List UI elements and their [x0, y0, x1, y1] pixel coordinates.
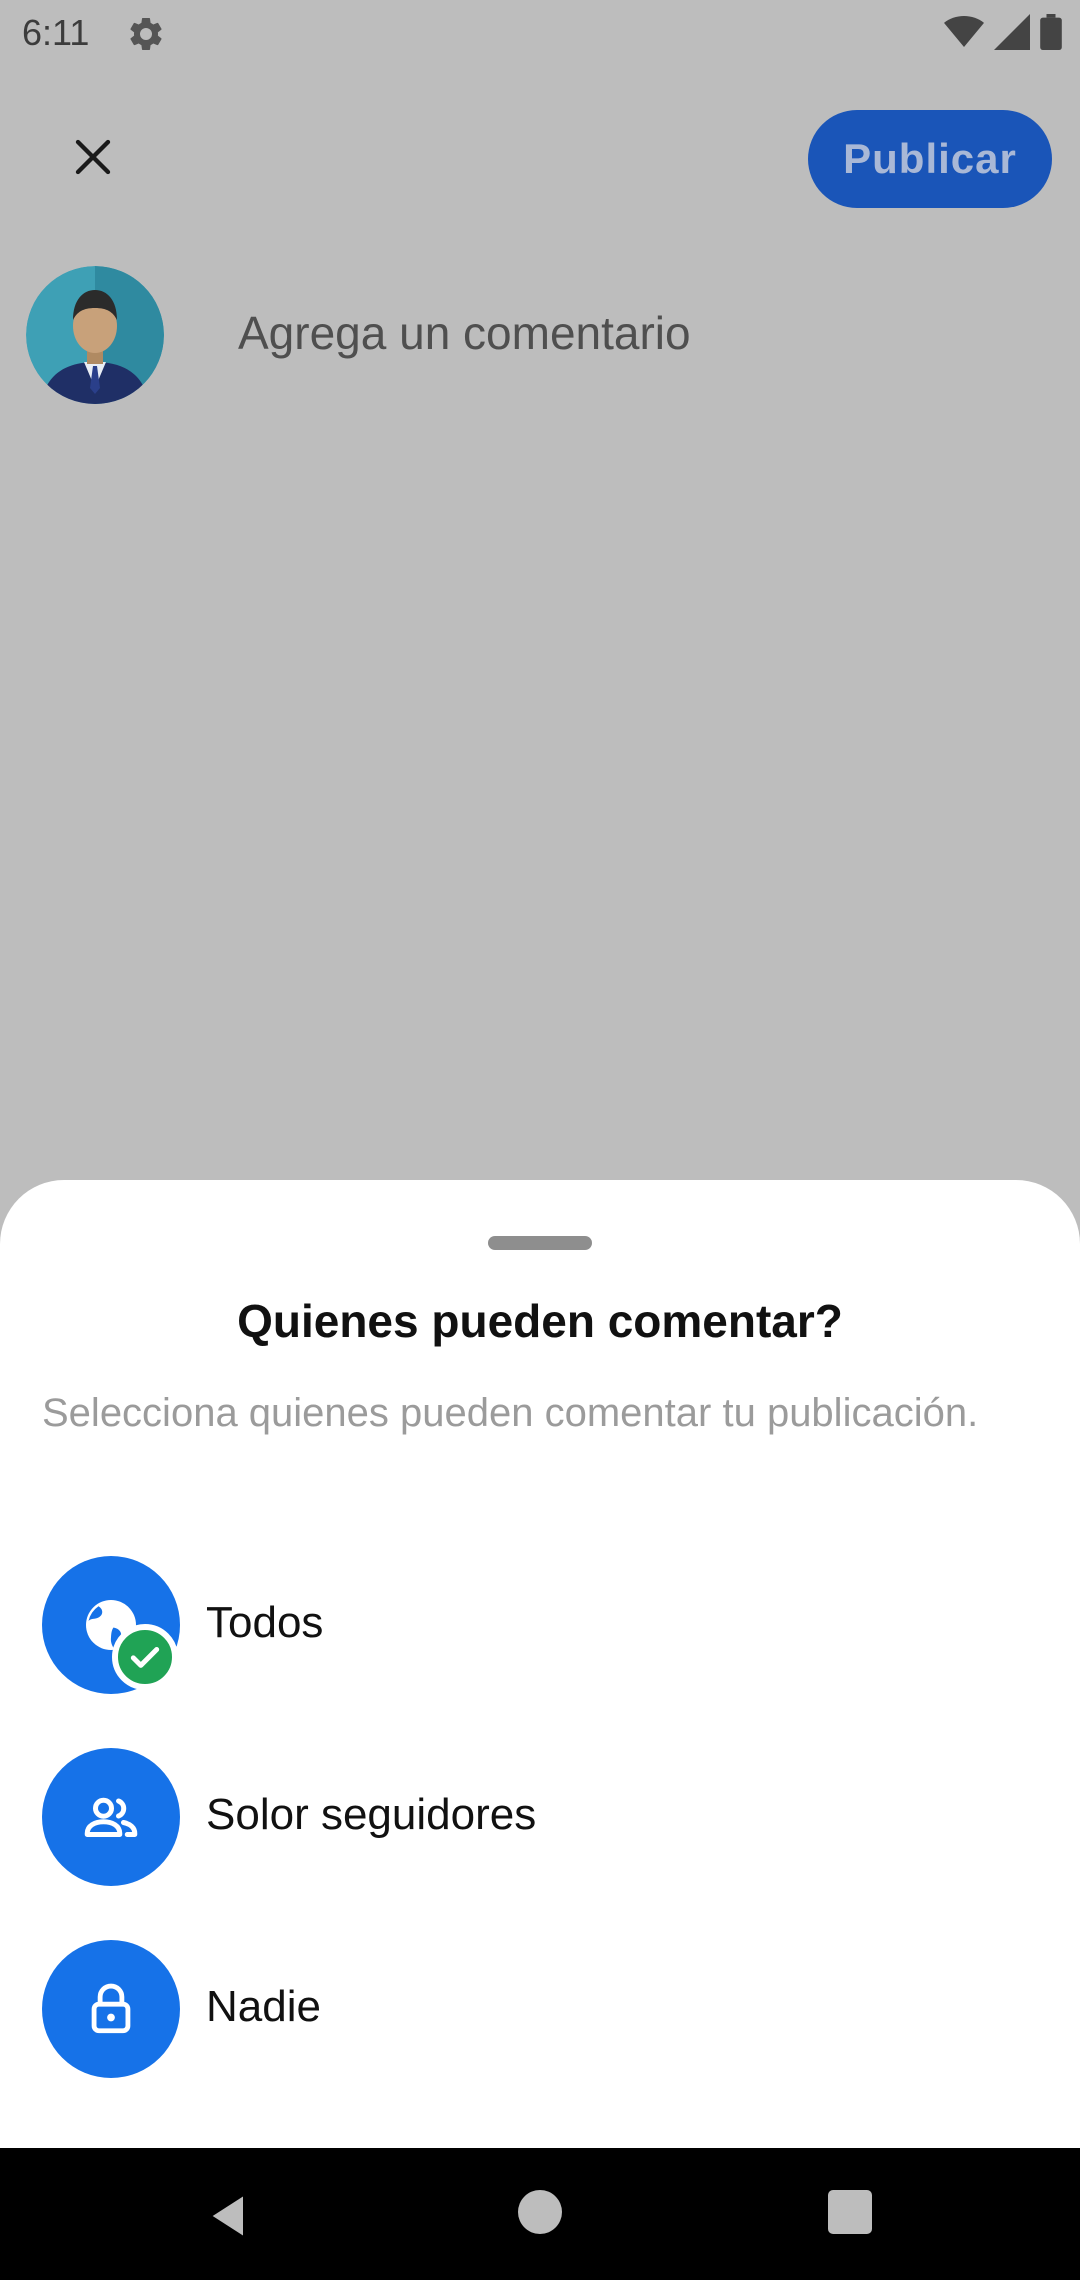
status-time: 6:11 — [22, 12, 90, 53]
signal-icon — [994, 14, 1030, 55]
option-everyone[interactable]: Todos — [0, 1546, 1080, 1706]
close-icon — [73, 137, 113, 182]
home-icon[interactable] — [518, 2190, 562, 2234]
option-label: Nadie — [206, 1982, 321, 2031]
avatar — [26, 266, 164, 404]
status-bar: 6:11 — [0, 0, 1080, 66]
sheet-subtitle: Selecciona quienes pueden comentar tu pu… — [42, 1391, 979, 1435]
option-followers-only[interactable]: Solor seguidores — [0, 1738, 1080, 1898]
people-icon — [42, 1748, 180, 1886]
wifi-icon — [944, 15, 984, 54]
comment-permissions-sheet: Quienes pueden comentar? Selecciona quie… — [0, 1180, 1080, 2148]
option-label: Todos — [206, 1598, 324, 1647]
option-nobody[interactable]: Nadie — [0, 1930, 1080, 2090]
back-icon[interactable] — [204, 2190, 256, 2242]
sheet-title: Quienes pueden comentar? — [237, 1295, 843, 1347]
sheet-drag-handle[interactable] — [488, 1236, 592, 1250]
close-button[interactable] — [58, 124, 128, 194]
option-label: Solor seguidores — [206, 1790, 537, 1839]
status-icons — [944, 14, 1062, 55]
lock-icon — [42, 1940, 180, 2078]
recents-icon[interactable] — [828, 2190, 872, 2234]
option-icon-wrap — [42, 1940, 180, 2078]
screen: 6:11 Publicar Agrega un comentario Quien… — [0, 0, 1080, 2280]
settings-icon — [126, 14, 166, 54]
publish-button[interactable]: Publicar — [808, 110, 1052, 208]
selected-check-icon — [112, 1624, 178, 1690]
battery-icon — [1040, 14, 1062, 55]
system-navigation-bar — [0, 2148, 1080, 2280]
comment-input[interactable]: Agrega un comentario — [238, 306, 691, 360]
option-icon-wrap — [42, 1556, 180, 1694]
option-icon-wrap — [42, 1748, 180, 1886]
